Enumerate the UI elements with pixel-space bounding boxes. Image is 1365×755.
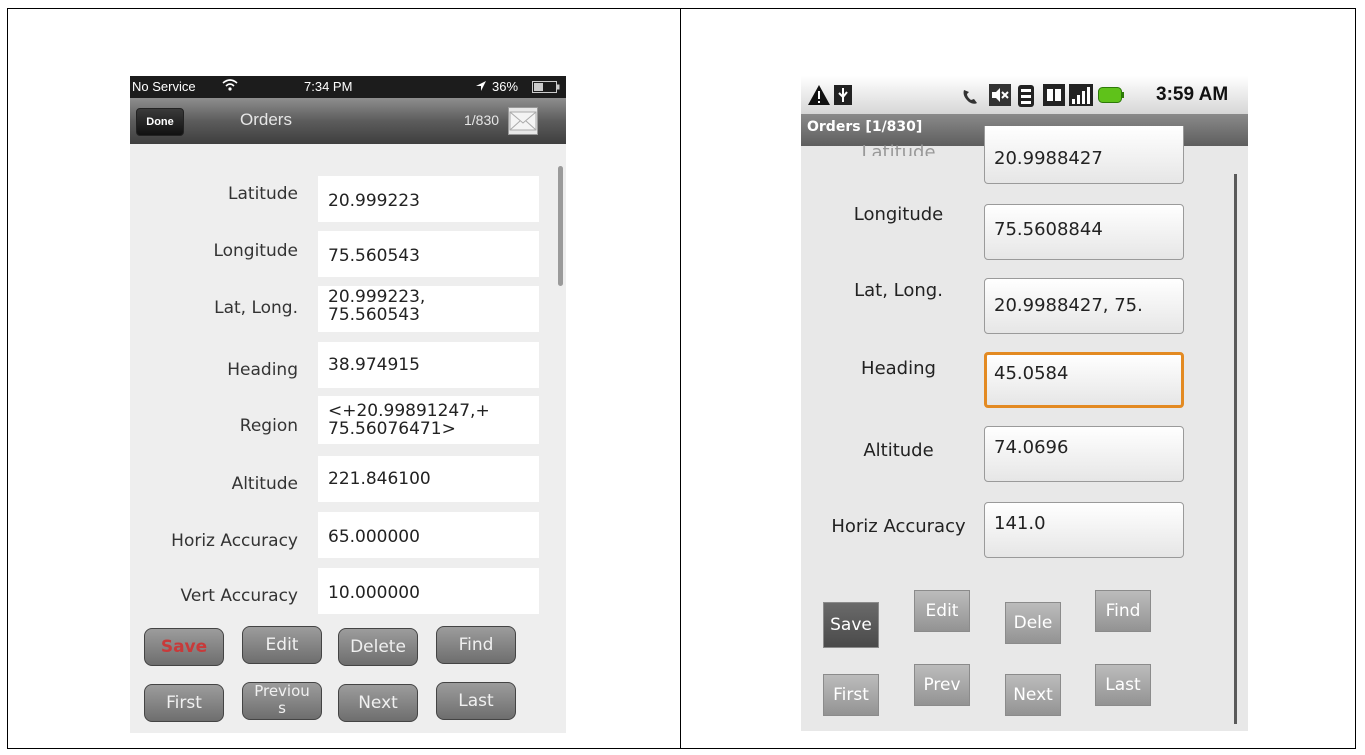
previous-button[interactable]: Previou s xyxy=(242,682,322,720)
carrier-text: No Service xyxy=(132,79,196,94)
lat-long-field[interactable]: 20.999223, 75.560543 xyxy=(318,286,539,332)
save-button[interactable]: Save xyxy=(823,602,879,648)
wifi-icon xyxy=(222,78,238,95)
ios-screen: No Service 7:34 PM 36% Done Orders 1/830… xyxy=(130,76,566,733)
longitude-field[interactable]: 75.5608844 xyxy=(984,204,1184,260)
lat-long-label: Lat, Long. xyxy=(854,280,943,301)
signal-icon xyxy=(1069,84,1093,110)
sd-card-icon xyxy=(1043,84,1065,110)
lat-long-label: Lat, Long. xyxy=(214,298,298,318)
edit-button[interactable]: Edit xyxy=(914,590,970,632)
sync-icon xyxy=(1017,84,1035,112)
android-screen: 3:59 AM Orders [1/830] Latitude 20.99884… xyxy=(801,76,1248,731)
heading-label: Heading xyxy=(227,360,298,380)
first-button[interactable]: First xyxy=(823,674,879,716)
battery-icon xyxy=(1098,87,1124,107)
mute-icon xyxy=(989,84,1011,110)
save-button[interactable]: Save xyxy=(144,628,224,666)
ios-nav-bar: Done Orders 1/830 xyxy=(130,98,566,144)
latitude-label: Latitude xyxy=(861,142,936,156)
nav-title: Orders xyxy=(240,110,292,129)
table-divider xyxy=(680,8,681,749)
altitude-label: Altitude xyxy=(863,440,934,461)
last-button[interactable]: Last xyxy=(436,682,516,720)
longitude-field[interactable]: 75.560543 xyxy=(318,231,539,277)
android-status-bar: 3:59 AM xyxy=(801,76,1248,114)
scrollbar[interactable] xyxy=(1234,174,1237,724)
phone-icon xyxy=(961,88,979,110)
battery-icon xyxy=(532,81,560,96)
first-button[interactable]: First xyxy=(144,684,224,722)
lat-long-field[interactable]: 20.9988427, 75. xyxy=(984,278,1184,334)
heading-label: Heading xyxy=(861,358,936,379)
horiz-accuracy-label: Horiz Accuracy xyxy=(171,531,298,551)
edit-button[interactable]: Edit xyxy=(242,626,322,664)
altitude-label: Altitude xyxy=(231,474,298,494)
prev-button[interactable]: Prev xyxy=(914,664,970,706)
ios-status-bar: No Service 7:34 PM 36% xyxy=(130,76,566,98)
horiz-accuracy-label: Horiz Accuracy xyxy=(831,516,966,537)
altitude-field[interactable]: 74.0696 xyxy=(984,426,1184,482)
latitude-field[interactable]: 20.999223 xyxy=(318,176,539,222)
vert-accuracy-field[interactable]: 10.000000 xyxy=(318,568,539,614)
delete-button[interactable]: Dele xyxy=(1005,602,1061,644)
vert-accuracy-label: Vert Accuracy xyxy=(180,586,298,606)
mail-icon[interactable] xyxy=(508,107,538,135)
latitude-label: Latitude xyxy=(228,184,298,204)
done-button[interactable]: Done xyxy=(136,108,184,136)
horiz-accuracy-field[interactable]: 141.0 xyxy=(984,502,1184,558)
delete-button[interactable]: Delete xyxy=(338,628,418,666)
record-counter: 1/830 xyxy=(464,112,500,128)
next-button[interactable]: Next xyxy=(1005,674,1061,716)
usb-icon xyxy=(833,84,853,110)
longitude-label: Longitude xyxy=(853,204,944,225)
region-label: Region xyxy=(239,416,298,436)
status-time: 3:59 AM xyxy=(1156,84,1229,105)
battery-percent: 36% xyxy=(492,79,519,94)
region-field[interactable]: <+20.99891247,+ 75.56076471> xyxy=(318,396,539,444)
find-button[interactable]: Find xyxy=(436,626,516,664)
warning-icon xyxy=(807,84,831,110)
heading-field[interactable]: 45.0584 xyxy=(984,352,1184,408)
latitude-field[interactable]: 20.9988427 xyxy=(984,126,1184,184)
location-arrow-icon xyxy=(475,80,487,95)
altitude-field[interactable]: 221.846100 xyxy=(318,456,539,502)
status-time: 7:34 PM xyxy=(304,79,353,94)
scrollbar[interactable] xyxy=(558,166,563,286)
next-button[interactable]: Next xyxy=(338,684,418,722)
last-button[interactable]: Last xyxy=(1095,664,1151,706)
horiz-accuracy-field[interactable]: 65.000000 xyxy=(318,512,539,558)
find-button[interactable]: Find xyxy=(1095,590,1151,632)
longitude-label: Longitude xyxy=(213,241,298,261)
heading-field[interactable]: 38.974915 xyxy=(318,342,539,388)
